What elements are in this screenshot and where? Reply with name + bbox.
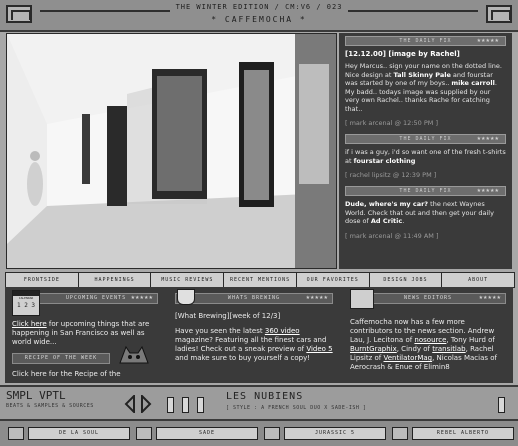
post-meta: [ rachel lipsitz @ 12:39 PM ] [345,171,437,179]
post-header-label: THE DAILY FIX [399,136,452,142]
pause-button[interactable] [182,397,189,413]
brewing-bar-label: WHATS BREWING [227,295,281,301]
hallway-image [7,34,336,268]
post-header-label: THE DAILY FIX [399,188,452,194]
page: THE WINTER EDITION / CM:V6 / 023 * CAFFE… [0,0,518,446]
brewing-column: WHATS BREWING ★★★★★ [What Brewing][week … [168,287,340,383]
editor-link-nosource[interactable]: nosource [414,336,446,344]
events-bar-label: UPCOMING EVENTS [65,295,127,301]
playlist-icon[interactable] [8,427,24,440]
cat-icon [119,345,149,364]
events-bar: UPCOMING EVENTS ★★★★★ [34,293,158,304]
calendar-icon: CALENDAR 1 2 3 [12,290,40,316]
volume-button[interactable] [498,397,505,413]
news-post: THE DAILY FIX ★★★★★ [12.12.00] [image by… [339,36,512,131]
post-body: if i was a guy, i'd so want one of the f… [345,148,506,165]
playlist-icon[interactable] [392,427,408,440]
recipe-bar-label: RECIPE OF THE WEEK [24,355,98,361]
now-playing-style: [ STYLE : A FRENCH SOUL DUO X SADE-ISH ] [226,405,367,411]
brewing-link-video5[interactable]: Video 5 [306,345,332,353]
post-header-label: THE DAILY FIX [399,38,452,44]
editors-column: NEWS EDITORS ★★★★★ Caffemocha now has a … [343,287,513,383]
monitor-icon [350,289,374,309]
post-body: Hey Marcus.. sign your name on the dotte… [345,62,502,113]
brewing-head: [What Brewing][week of 12/3] [175,312,281,320]
rating-stars: ★★★★★ [130,295,153,301]
post-link[interactable]: Tall Skinny Pale [394,71,451,79]
player-brand-sub: BEATS & SAMPLES & SOURCES [6,403,94,409]
header: THE WINTER EDITION / CM:V6 / 023 * CAFFE… [0,0,518,32]
coffee-cup-icon [177,289,195,305]
news-post: THE DAILY FIX ★★★★★ if i was a guy, i'd … [339,134,512,183]
tab-sade[interactable]: SADE [156,427,258,440]
editors-bar-label: NEWS EDITORS [403,295,453,301]
post-meta: [ mark arcenal @ 11:49 AM ] [345,231,439,240]
tab-de-la-soul[interactable]: DE LA SOUL [28,427,130,440]
post-header-bar: THE DAILY FIX ★★★★★ [345,134,506,144]
news-column: THE DAILY FIX ★★★★★ [12.12.00] [image by… [339,33,512,269]
editors-text: Caffemocha now has a few more contributo… [350,318,497,371]
brewing-link-360[interactable]: 360 video [265,327,300,335]
nav-frontside[interactable]: FRONTSIDE [6,273,79,287]
editor-link-burntgraphix[interactable]: BurntGraphix [350,345,397,353]
main-nav: FRONTSIDE HAPPENINGS MUSIC REVIEWS RECEN… [5,272,515,288]
rating-stars: ★★★★★ [476,136,499,142]
post-header-bar: THE DAILY FIX ★★★★★ [345,36,506,46]
rating-stars: ★★★★★ [476,38,499,44]
site-name: * CAFFEMOCHA * [211,15,307,24]
post-meta: [ mark arcenal @ 12:50 PM ] [345,119,438,127]
nav-music-reviews[interactable]: MUSIC REVIEWS [151,273,225,287]
prev-next-icon[interactable] [124,395,152,413]
stop-button[interactable] [197,397,204,413]
post-link[interactable]: fourstar clothing [354,157,416,165]
brewing-text: Have you seen the latest 360 video magaz… [175,327,333,362]
now-playing-artist: LES NUBIENS [226,391,304,402]
player-brand: SMPL VPTL [6,389,66,402]
nav-recent-mentions[interactable]: RECENT MENTIONS [224,273,297,287]
post-body: Dude, where's my car? the next Waynes Wo… [345,200,494,225]
post-title: [12.12.00] [image by Rachel] [345,50,460,58]
lower-panels: UPCOMING EVENTS ★★★★★ CALENDAR 1 2 3 Cli… [5,287,513,383]
rating-stars: ★★★★★ [478,295,501,301]
post-header-bar: THE DAILY FIX ★★★★★ [345,186,506,196]
tab-jurassic-5[interactable]: JURASSIC 5 [284,427,386,440]
post-link[interactable]: Dude, where's my car? [345,200,428,208]
events-link[interactable]: Click here [12,320,47,328]
post-link[interactable]: Ad Critic [371,217,402,225]
right-logo-icon[interactable] [486,5,512,23]
recipe-bar: RECIPE OF THE WEEK [12,353,110,364]
editor-link-ventilatormag[interactable]: VentilatorMag [384,354,433,362]
hero-photo [6,33,337,269]
post-link[interactable]: mike carroll [451,79,494,87]
rating-stars: ★★★★★ [305,295,328,301]
playlist-icon[interactable] [264,427,280,440]
tab-rebel-alberto[interactable]: REBEL ALBERTO [412,427,514,440]
nav-happenings[interactable]: HAPPENINGS [79,273,152,287]
edition-title: THE WINTER EDITION / CM:V6 / 023 [175,3,343,11]
recipe-text[interactable]: Click here for the Recipe of the [12,370,158,379]
recipe-block: RECIPE OF THE WEEK Click here for the Re… [12,345,158,379]
nav-design-jobs[interactable]: DESIGN JOBS [370,273,443,287]
playlist-icon[interactable] [136,427,152,440]
music-player: SMPL VPTL BEATS & SAMPLES & SOURCES LES … [0,385,518,419]
nav-about[interactable]: ABOUT [442,273,514,287]
events-column: UPCOMING EVENTS ★★★★★ CALENDAR 1 2 3 Cli… [5,287,165,383]
play-button[interactable] [167,397,174,413]
rating-stars: ★★★★★ [476,188,499,194]
editor-link-transitlab[interactable]: transitlab [432,345,465,353]
nav-our-favorites[interactable]: OUR FAVORITES [297,273,370,287]
playlist-tabs: DE LA SOUL SADE JURASSIC 5 REBEL ALBERTO [0,419,518,446]
brewing-bar: WHATS BREWING ★★★★★ [175,293,333,304]
news-post: THE DAILY FIX ★★★★★ Dude, where's my car… [339,186,512,244]
